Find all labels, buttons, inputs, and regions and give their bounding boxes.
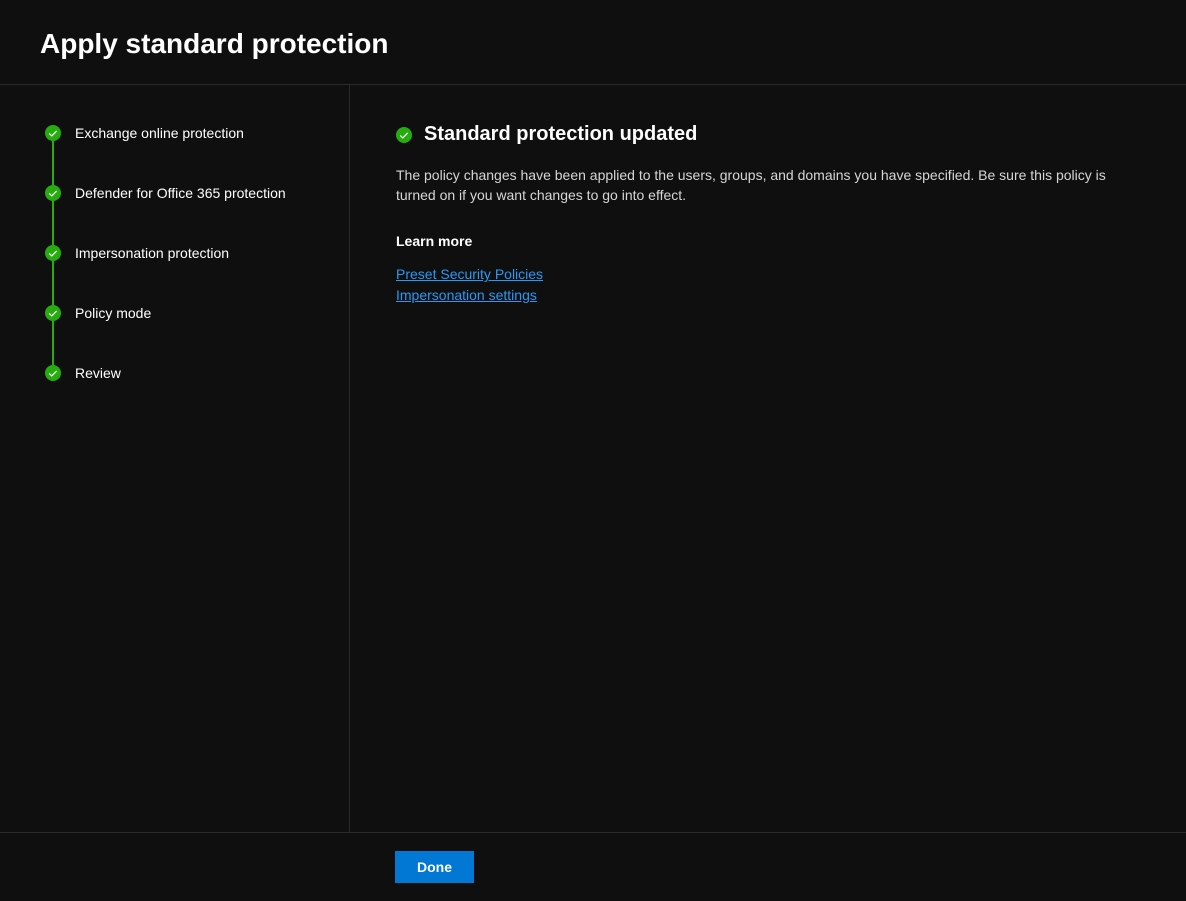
- wizard-header: Apply standard protection: [0, 0, 1186, 85]
- step-list: Exchange online protection Defender for …: [45, 125, 329, 381]
- step-label: Defender for Office 365 protection: [75, 185, 286, 201]
- wizard-content: Standard protection updated The policy c…: [350, 85, 1186, 832]
- checkmark-icon: [45, 125, 61, 141]
- step-defender-office-365[interactable]: Defender for Office 365 protection: [45, 185, 329, 245]
- step-label: Policy mode: [75, 305, 151, 321]
- step-connector: [52, 201, 54, 245]
- status-heading: Standard protection updated: [396, 123, 1140, 146]
- success-icon: [396, 127, 412, 143]
- status-description: The policy changes have been applied to …: [396, 166, 1140, 205]
- step-exchange-online-protection[interactable]: Exchange online protection: [45, 125, 329, 185]
- learn-more-heading: Learn more: [396, 233, 1140, 249]
- link-preset-security-policies[interactable]: Preset Security Policies: [396, 265, 543, 285]
- done-button[interactable]: Done: [395, 851, 474, 883]
- learn-more-links: Preset Security Policies Impersonation s…: [396, 265, 1140, 305]
- step-connector: [52, 141, 54, 185]
- wizard-sidebar: Exchange online protection Defender for …: [0, 85, 350, 832]
- step-policy-mode[interactable]: Policy mode: [45, 305, 329, 365]
- step-label: Review: [75, 365, 121, 381]
- step-connector: [52, 321, 54, 365]
- step-review[interactable]: Review: [45, 365, 329, 381]
- main-area: Exchange online protection Defender for …: [0, 85, 1186, 833]
- step-label: Impersonation protection: [75, 245, 229, 261]
- checkmark-icon: [45, 365, 61, 381]
- checkmark-icon: [45, 245, 61, 261]
- wizard-footer: Done: [0, 833, 1186, 901]
- status-title: Standard protection updated: [424, 123, 697, 146]
- checkmark-icon: [45, 185, 61, 201]
- link-impersonation-settings[interactable]: Impersonation settings: [396, 286, 537, 306]
- step-impersonation-protection[interactable]: Impersonation protection: [45, 245, 329, 305]
- step-connector: [52, 261, 54, 305]
- page-title: Apply standard protection: [40, 28, 1146, 60]
- checkmark-icon: [45, 305, 61, 321]
- step-label: Exchange online protection: [75, 125, 244, 141]
